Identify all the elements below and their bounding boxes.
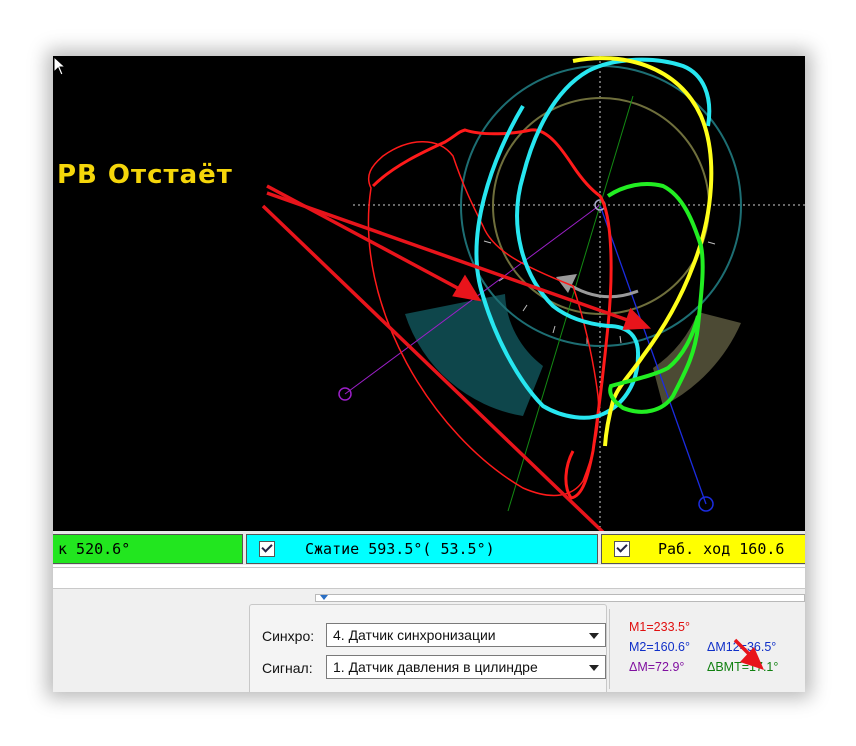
annotation-overlay (733, 638, 764, 670)
